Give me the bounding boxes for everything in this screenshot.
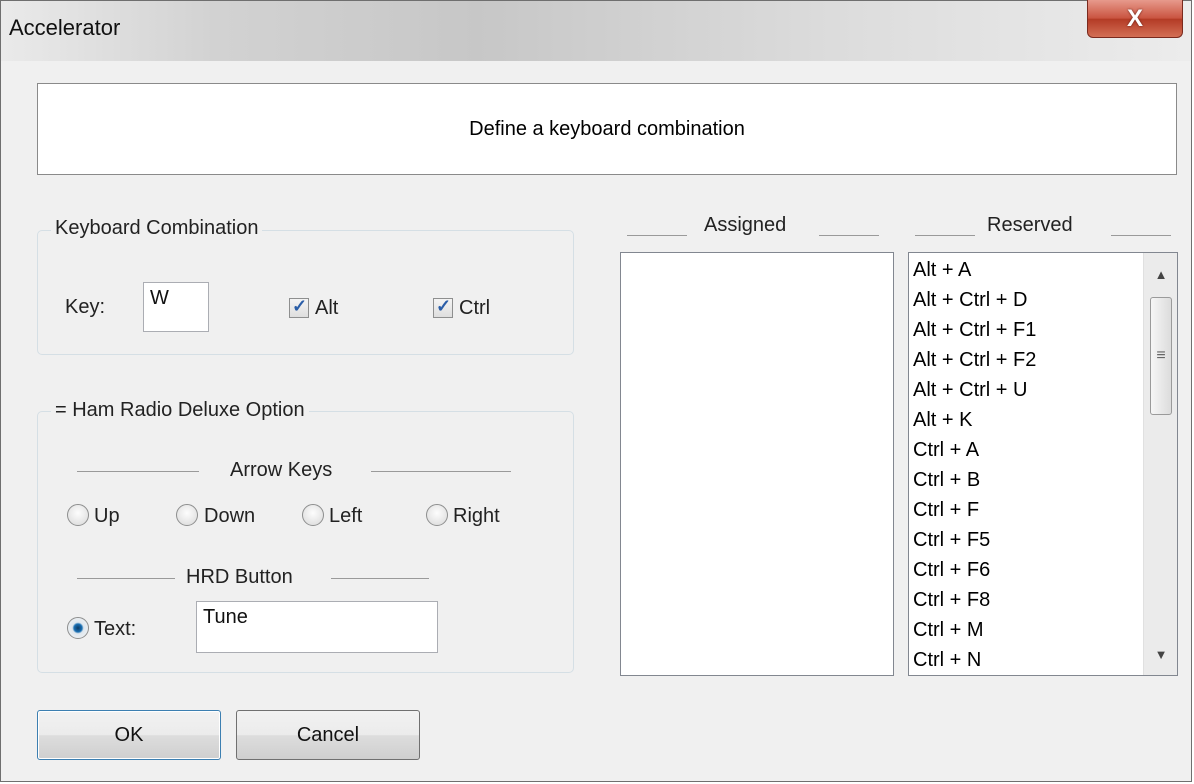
header-text: Define a keyboard combination xyxy=(469,117,745,140)
window-title: Accelerator xyxy=(9,15,121,40)
radio-left[interactable] xyxy=(302,504,324,526)
close-button[interactable]: X xyxy=(1087,0,1183,38)
list-item[interactable]: Ctrl + B xyxy=(909,465,1145,495)
reserved-items: Alt + A Alt + Ctrl + D Alt + Ctrl + F1 Alt … xyxy=(909,255,1145,675)
list-item[interactable]: Alt + Ctrl + D xyxy=(909,285,1145,315)
close-icon: X xyxy=(1126,4,1143,32)
scroll-thumb[interactable]: ≡ xyxy=(1150,297,1172,415)
keyboard-combination-label: Keyboard Combination xyxy=(51,217,263,240)
accelerator-dialog: Accelerator X Define a keyboard combinat… xyxy=(0,0,1192,782)
reserved-scrollbar[interactable]: ▲ ≡ ▼ xyxy=(1143,253,1177,675)
radio-left-label[interactable]: Left xyxy=(329,505,362,528)
assigned-separator-right xyxy=(819,235,879,236)
ctrl-checkbox[interactable]: ✓ xyxy=(433,296,453,318)
key-label: Key: xyxy=(65,296,106,318)
checkmark-icon: ✓ xyxy=(436,296,452,316)
scroll-down-arrow-icon[interactable]: ▼ xyxy=(1144,639,1177,669)
arrow-keys-separator-left xyxy=(77,471,199,472)
list-item[interactable]: Ctrl + F8 xyxy=(909,585,1145,615)
list-item[interactable]: Ctrl + F xyxy=(909,495,1145,525)
hrd-option-label: = Ham Radio Deluxe Option xyxy=(51,399,309,422)
hrd-button-separator-right xyxy=(331,578,429,579)
key-input[interactable]: W xyxy=(143,282,209,332)
alt-checkbox-label[interactable]: Alt xyxy=(315,297,338,320)
radio-up[interactable] xyxy=(67,504,89,526)
hrd-button-separator-left xyxy=(77,578,175,579)
list-item[interactable]: Ctrl + M xyxy=(909,615,1145,645)
list-item[interactable]: Ctrl + N xyxy=(909,645,1145,675)
list-item[interactable]: Ctrl + F6 xyxy=(909,555,1145,585)
hrd-button-text-input[interactable]: Tune xyxy=(196,601,438,653)
radio-text[interactable] xyxy=(67,617,89,639)
radio-down[interactable] xyxy=(176,504,198,526)
ok-button-label: OK xyxy=(114,723,144,746)
list-item[interactable]: Ctrl + F5 xyxy=(909,525,1145,555)
reserved-label: Reserved xyxy=(987,214,1073,236)
cancel-button[interactable]: Cancel xyxy=(236,710,420,760)
list-item[interactable]: Alt + Ctrl + F2 xyxy=(909,345,1145,375)
reserved-list[interactable]: Alt + A Alt + Ctrl + D Alt + Ctrl + F1 Alt … xyxy=(908,252,1178,676)
assigned-label: Assigned xyxy=(704,214,787,236)
title-bar[interactable]: Accelerator X xyxy=(1,0,1191,61)
radio-down-label[interactable]: Down xyxy=(204,505,255,528)
cancel-button-label: Cancel xyxy=(296,723,360,746)
keyboard-combination-group xyxy=(37,230,574,355)
assigned-list[interactable] xyxy=(620,252,894,676)
list-item[interactable]: Ctrl + A xyxy=(909,435,1145,465)
list-item[interactable]: Alt + A xyxy=(909,255,1145,285)
scroll-up-arrow-icon[interactable]: ▲ xyxy=(1144,259,1177,289)
reserved-separator-right xyxy=(1111,235,1171,236)
ctrl-checkbox-label[interactable]: Ctrl xyxy=(459,297,490,320)
arrow-keys-label: Arrow Keys xyxy=(230,459,333,481)
radio-right-label[interactable]: Right xyxy=(453,505,500,528)
list-item[interactable]: Alt + Ctrl + F1 xyxy=(909,315,1145,345)
alt-checkbox[interactable]: ✓ xyxy=(289,296,309,318)
assigned-separator-left xyxy=(627,235,687,236)
list-item[interactable]: Alt + K xyxy=(909,405,1145,435)
hrd-button-label: HRD Button xyxy=(186,566,293,588)
ok-button[interactable]: OK xyxy=(37,710,221,760)
reserved-separator-left xyxy=(915,235,975,236)
arrow-keys-separator-right xyxy=(371,471,511,472)
list-item[interactable]: Alt + Ctrl + U xyxy=(909,375,1145,405)
radio-right[interactable] xyxy=(426,504,448,526)
radio-up-label[interactable]: Up xyxy=(94,505,120,528)
checkmark-icon: ✓ xyxy=(292,296,308,316)
radio-text-label[interactable]: Text: xyxy=(94,618,136,641)
header-panel: Define a keyboard combination xyxy=(37,83,1177,175)
